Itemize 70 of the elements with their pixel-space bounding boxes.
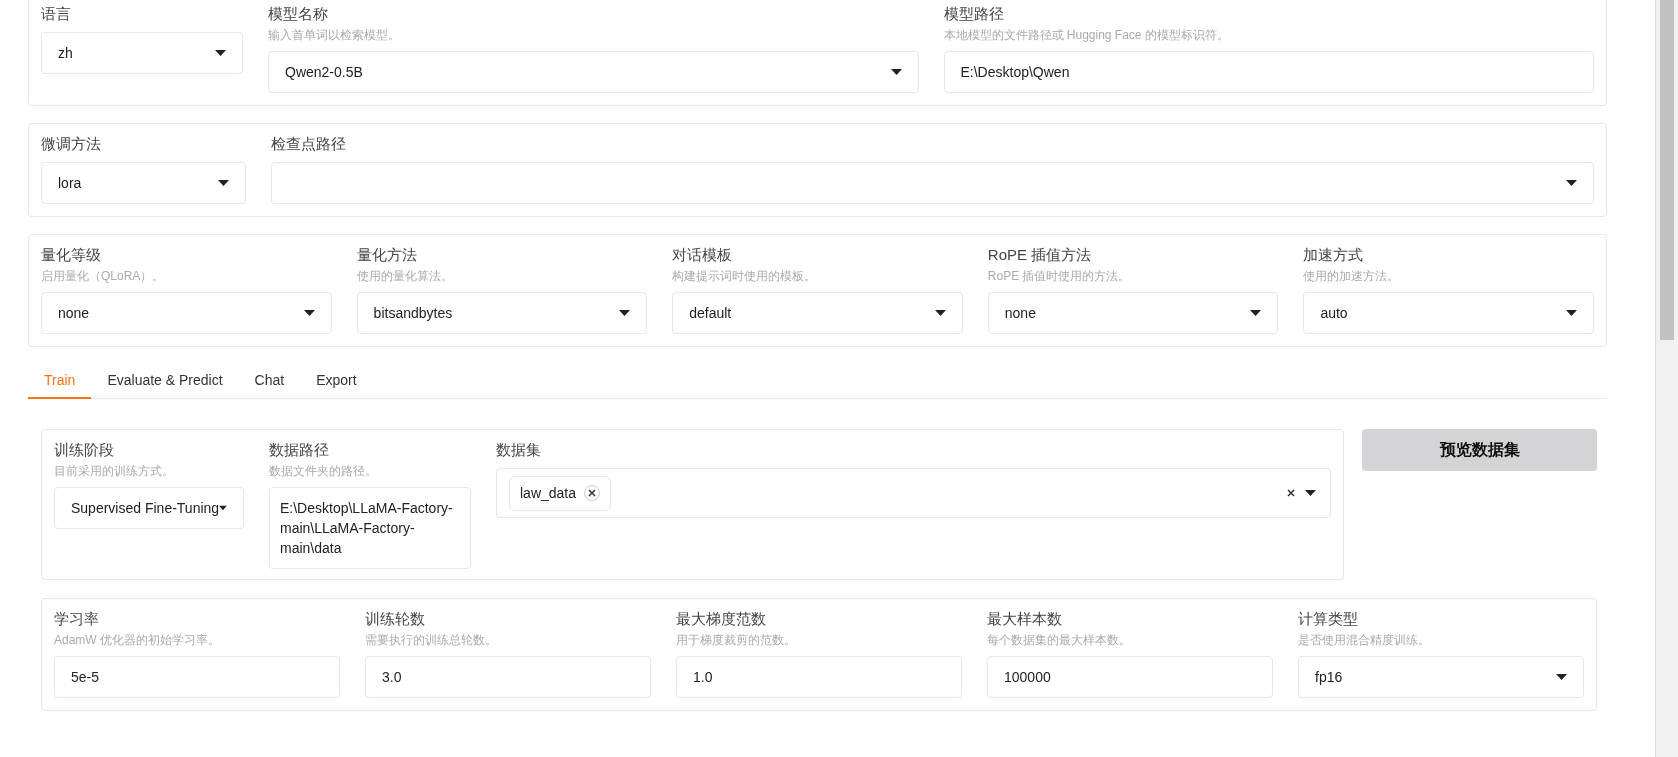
field-hint: 数据文件夹的路径。 <box>269 463 378 479</box>
scrollbar[interactable] <box>1655 0 1678 757</box>
multiselect-field[interactable]: law_data <box>496 468 1331 518</box>
dropdown-caret-icon <box>303 310 315 316</box>
tab[interactable]: Export <box>300 364 373 399</box>
field-label: 数据集 <box>496 440 542 460</box>
tab[interactable]: Chat <box>238 364 301 399</box>
remove-icon[interactable] <box>584 485 601 501</box>
field-label: 语言 <box>41 4 72 24</box>
field-label: 学习率 <box>54 609 100 629</box>
dropdown[interactable]: none <box>41 292 332 334</box>
field-label: 数据路径 <box>269 440 330 460</box>
text-area[interactable]: E:\Desktop\LLaMA-Factory-main\LLaMA-Factory-main\data <box>269 487 471 569</box>
field-label: 计算类型 <box>1298 609 1359 629</box>
scrollbar-thumb[interactable] <box>1660 0 1674 340</box>
dropdown-caret-icon <box>215 50 226 56</box>
field-label: 检查点路径 <box>271 134 347 154</box>
dropdown-caret-icon <box>219 505 227 511</box>
field-hint: 目前采用的训练方式。 <box>54 463 175 479</box>
field-hint: RoPE 插值时使用的方法。 <box>987 268 1132 284</box>
field-label: 对话模板 <box>672 245 734 265</box>
dropdown[interactable]: Supervised Fine-Tuning <box>54 487 244 529</box>
field-label: RoPE 插值方法 <box>987 245 1093 265</box>
tab[interactable]: Evaluate & Predict <box>91 364 239 399</box>
dropdown-caret-icon <box>1250 310 1262 316</box>
dropdown-caret-icon <box>218 180 229 186</box>
preview-dataset-button[interactable]: 预览数据集 <box>1362 429 1597 471</box>
input-field[interactable]: 3.0 <box>365 656 651 698</box>
dropdown[interactable]: bitsandbytes <box>356 292 648 334</box>
input-field[interactable]: 1.0 <box>676 656 962 698</box>
field-label: 训练轮数 <box>365 609 426 629</box>
field-hint: 启用量化（QLoRA）。 <box>41 268 166 284</box>
dropdown[interactable]: default <box>672 292 963 334</box>
dropdown-caret-icon <box>1305 490 1316 496</box>
dropdown-caret-icon <box>890 69 902 75</box>
input-field[interactable]: E:\Desktop\Qwen <box>943 51 1594 93</box>
dropdown[interactable]: fp16 <box>1298 656 1584 698</box>
field-label: 最大梯度范数 <box>676 609 767 629</box>
field-hint: 本地模型的文件路径或 Hugging Face 的模型标识符。 <box>943 27 1230 43</box>
dropdown[interactable]: lora <box>41 162 246 204</box>
dropdown[interactable]: auto <box>1303 292 1594 334</box>
tag-chip[interactable]: law_data <box>509 475 612 511</box>
field-hint: 输入首单词以检索模型。 <box>268 27 401 43</box>
dropdown-caret-icon <box>619 310 631 316</box>
field-hint: 构建提示词时使用的模板。 <box>672 268 818 284</box>
field-label: 加速方式 <box>1303 245 1365 265</box>
dropdown[interactable]: none <box>987 292 1279 334</box>
field-label: 训练阶段 <box>54 440 115 460</box>
field-label: 模型名称 <box>268 4 329 24</box>
dropdown-caret-icon <box>1556 674 1567 680</box>
field-hint: 是否使用混合精度训练。 <box>1298 632 1431 648</box>
field-label: 模型路径 <box>943 4 1005 24</box>
input-field[interactable]: 5e-5 <box>54 656 340 698</box>
input-field[interactable]: 100000 <box>987 656 1273 698</box>
field-hint: 用于梯度裁剪的范数。 <box>676 632 797 648</box>
field-hint: 使用的加速方法。 <box>1303 268 1401 284</box>
field-hint: AdamW 优化器的初始学习率。 <box>54 632 221 648</box>
field-hint: 每个数据集的最大样本数。 <box>987 632 1132 648</box>
dropdown[interactable]: Qwen2-0.5B <box>268 51 919 93</box>
dropdown[interactable]: zh <box>41 32 243 74</box>
dropdown-caret-icon <box>1566 180 1577 186</box>
field-label: 微调方法 <box>41 134 102 154</box>
field-label: 最大样本数 <box>987 609 1063 629</box>
dropdown-caret-icon <box>934 310 946 316</box>
field-label: 量化等级 <box>41 245 102 265</box>
dropdown[interactable] <box>271 162 1594 204</box>
field-hint: 需要执行的训练总轮数。 <box>365 632 498 648</box>
dropdown-caret-icon <box>1566 310 1577 316</box>
field-hint: 使用的量化算法。 <box>356 268 454 284</box>
field-label: 量化方法 <box>356 245 418 265</box>
